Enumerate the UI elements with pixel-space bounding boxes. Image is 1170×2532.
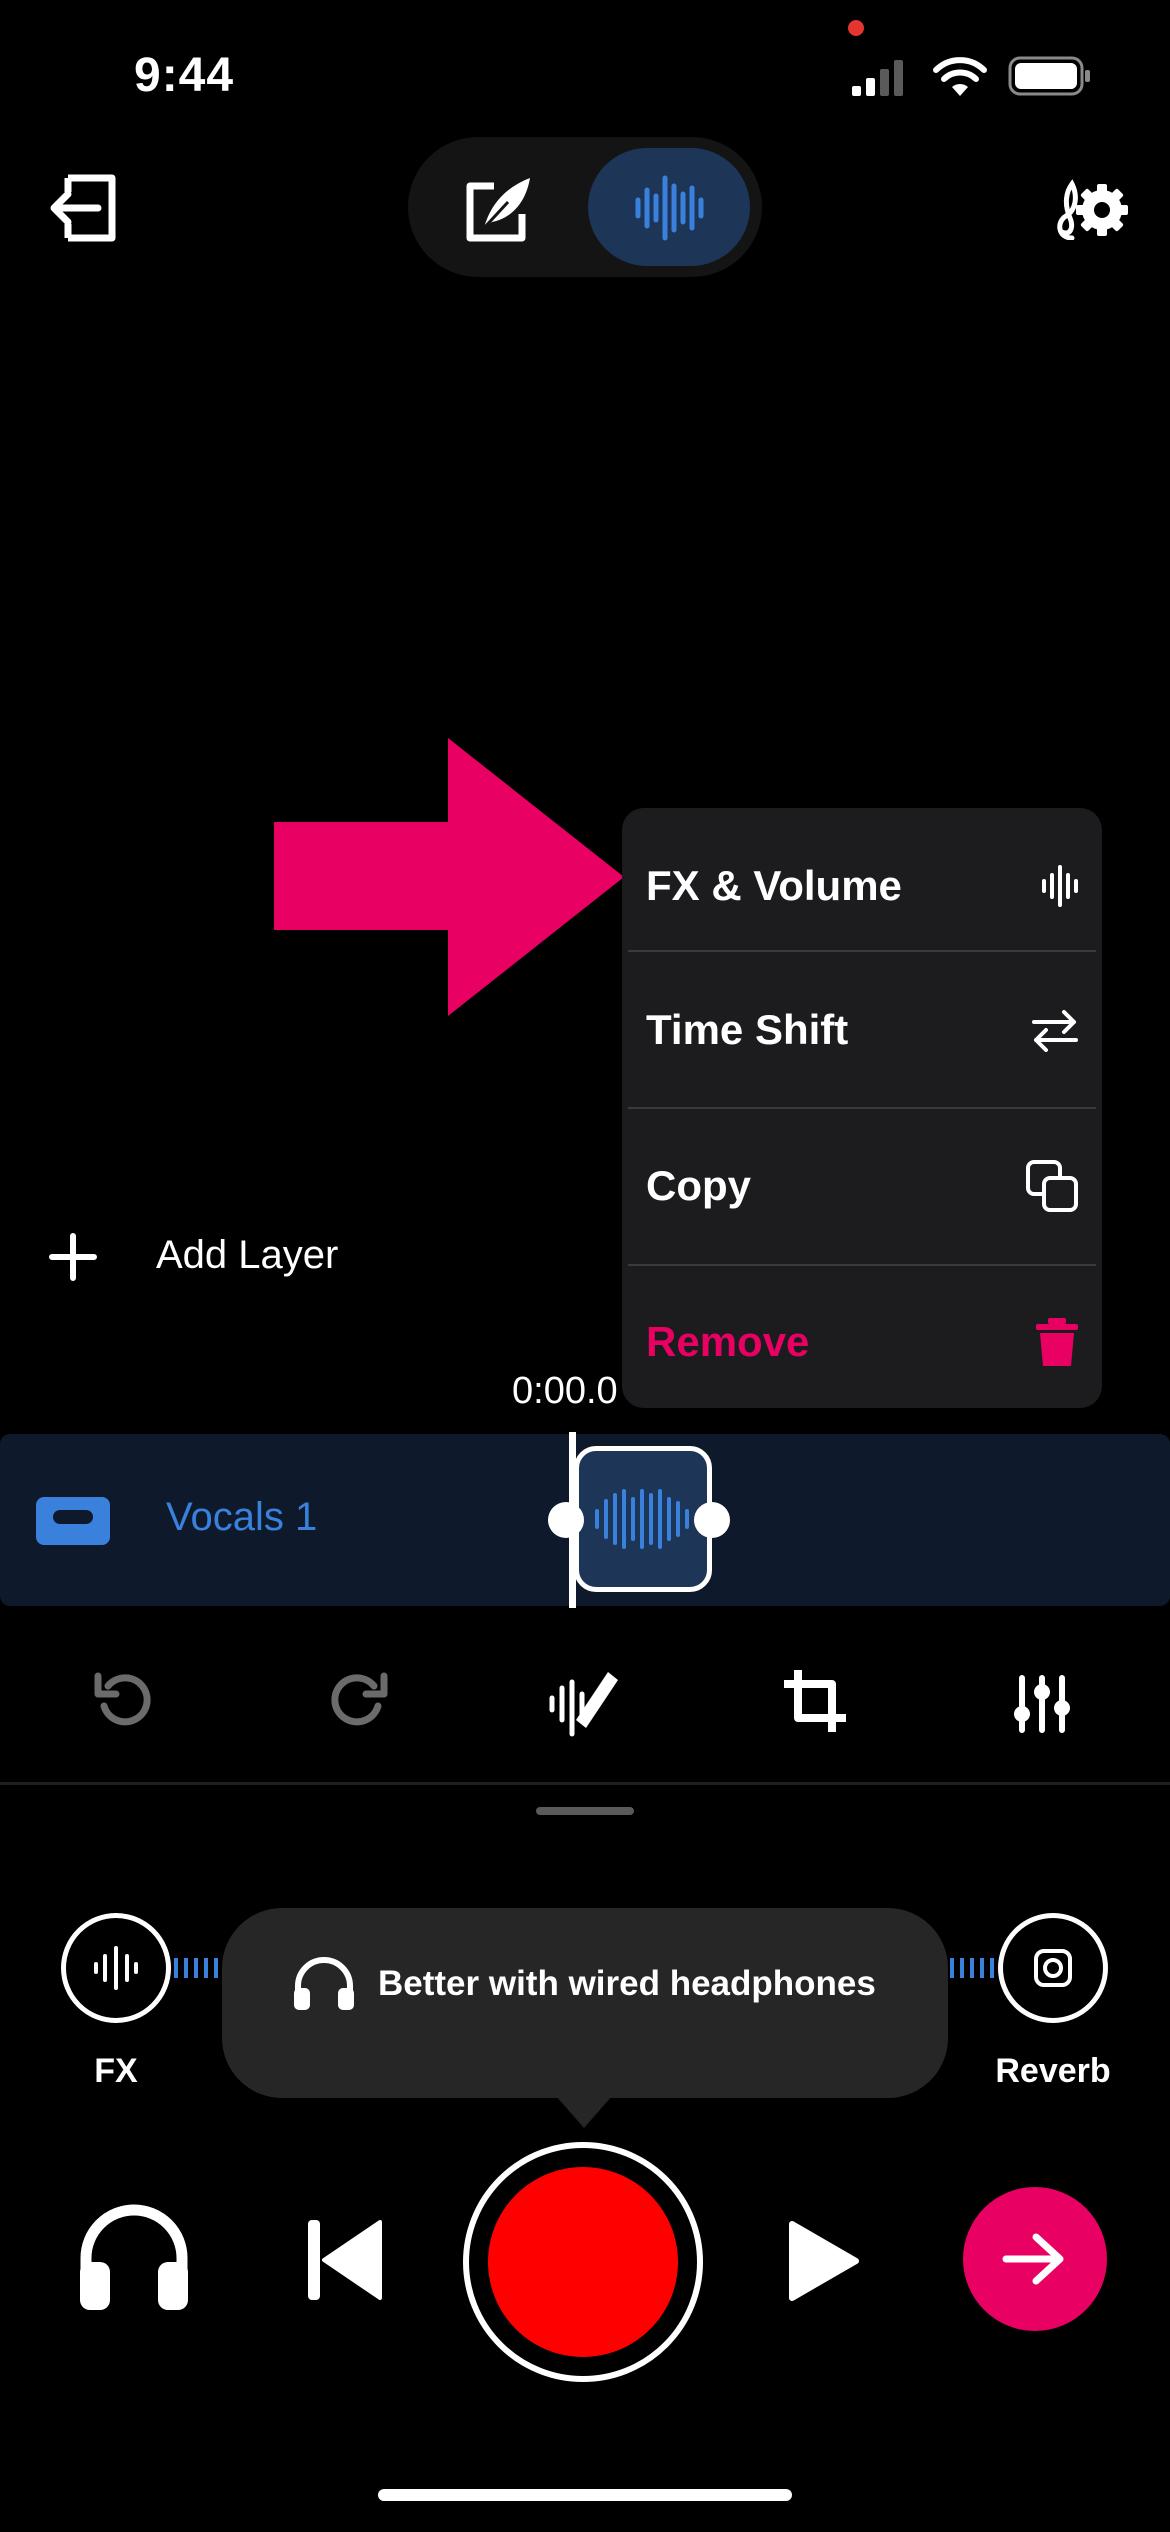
add-icon[interactable] [48, 1232, 98, 1282]
music-settings-icon[interactable] [1052, 178, 1128, 240]
fx-level-meter [174, 1958, 218, 1978]
status-time: 9:44 [134, 49, 235, 102]
home-indicator[interactable] [378, 2489, 792, 2501]
menu-item-copy[interactable]: Copy [622, 1108, 1102, 1264]
mixer-sliders-icon[interactable] [1012, 1674, 1072, 1734]
add-layer-button[interactable]: Add Layer [156, 1233, 338, 1278]
redo-icon[interactable] [326, 1670, 388, 1732]
menu-item-label: Copy [646, 1162, 751, 1209]
time-readout: 0:00.0 [512, 1370, 618, 1412]
sheet-grabber[interactable] [536, 1807, 634, 1815]
cassette-icon [36, 1497, 110, 1545]
audio-clip[interactable] [574, 1446, 712, 1592]
menu-item-remove[interactable]: Remove [622, 1264, 1102, 1420]
trash-icon [1036, 1318, 1078, 1366]
tooltip-text: Better with wired headphones [378, 1964, 876, 2003]
record-button[interactable] [488, 2167, 678, 2357]
track-name: Vocals 1 [166, 1495, 318, 1539]
speaker-icon [1034, 1949, 1072, 1987]
waveform-icon [94, 1946, 138, 1990]
arrow-right-icon [1002, 2233, 1064, 2285]
menu-item-label: FX & Volume [646, 862, 902, 909]
fx-button[interactable] [61, 1913, 171, 2023]
tooltip-pointer [556, 2096, 612, 2128]
clip-trim-handle-right[interactable] [694, 1502, 730, 1538]
reverb-button[interactable] [998, 1913, 1108, 2023]
next-button[interactable] [963, 2187, 1107, 2331]
copy-icon [1026, 1160, 1078, 1212]
menu-item-label: Remove [646, 1318, 810, 1365]
exit-icon[interactable] [46, 174, 118, 242]
magic-edit-icon[interactable] [546, 1664, 620, 1738]
swap-icon [1032, 1010, 1078, 1052]
crop-icon[interactable] [782, 1668, 848, 1734]
section-divider [0, 1782, 1170, 1785]
menu-item-time-shift[interactable]: Time Shift [622, 952, 1102, 1108]
headphones-icon [294, 1957, 354, 2010]
headphones-monitor-icon[interactable] [76, 2204, 192, 2312]
clip-context-menu: FX & Volume Time Shift Copy Remove [622, 808, 1102, 1408]
pointer-arrow-icon [274, 738, 624, 1016]
menu-item-fx-volume[interactable]: FX & Volume [622, 808, 1102, 964]
waveform-icon[interactable] [634, 172, 706, 244]
reverb-label: Reverb [995, 2052, 1111, 2090]
play-icon[interactable] [786, 2218, 862, 2304]
menu-item-label: Time Shift [646, 1006, 849, 1053]
quill-icon[interactable] [464, 172, 536, 244]
clip-trim-handle-left[interactable] [548, 1502, 584, 1538]
wifi-icon [933, 57, 987, 96]
reverb-level-meter [950, 1958, 994, 1978]
cellular-signal-icon [852, 60, 903, 96]
fx-label: FX [94, 2052, 138, 2090]
recording-indicator-dot [848, 20, 864, 36]
skip-back-icon[interactable] [306, 2218, 382, 2302]
undo-icon[interactable] [94, 1670, 156, 1732]
battery-icon [1008, 56, 1090, 96]
waveform-icon [1042, 865, 1078, 907]
clip-waveform [595, 1489, 689, 1549]
